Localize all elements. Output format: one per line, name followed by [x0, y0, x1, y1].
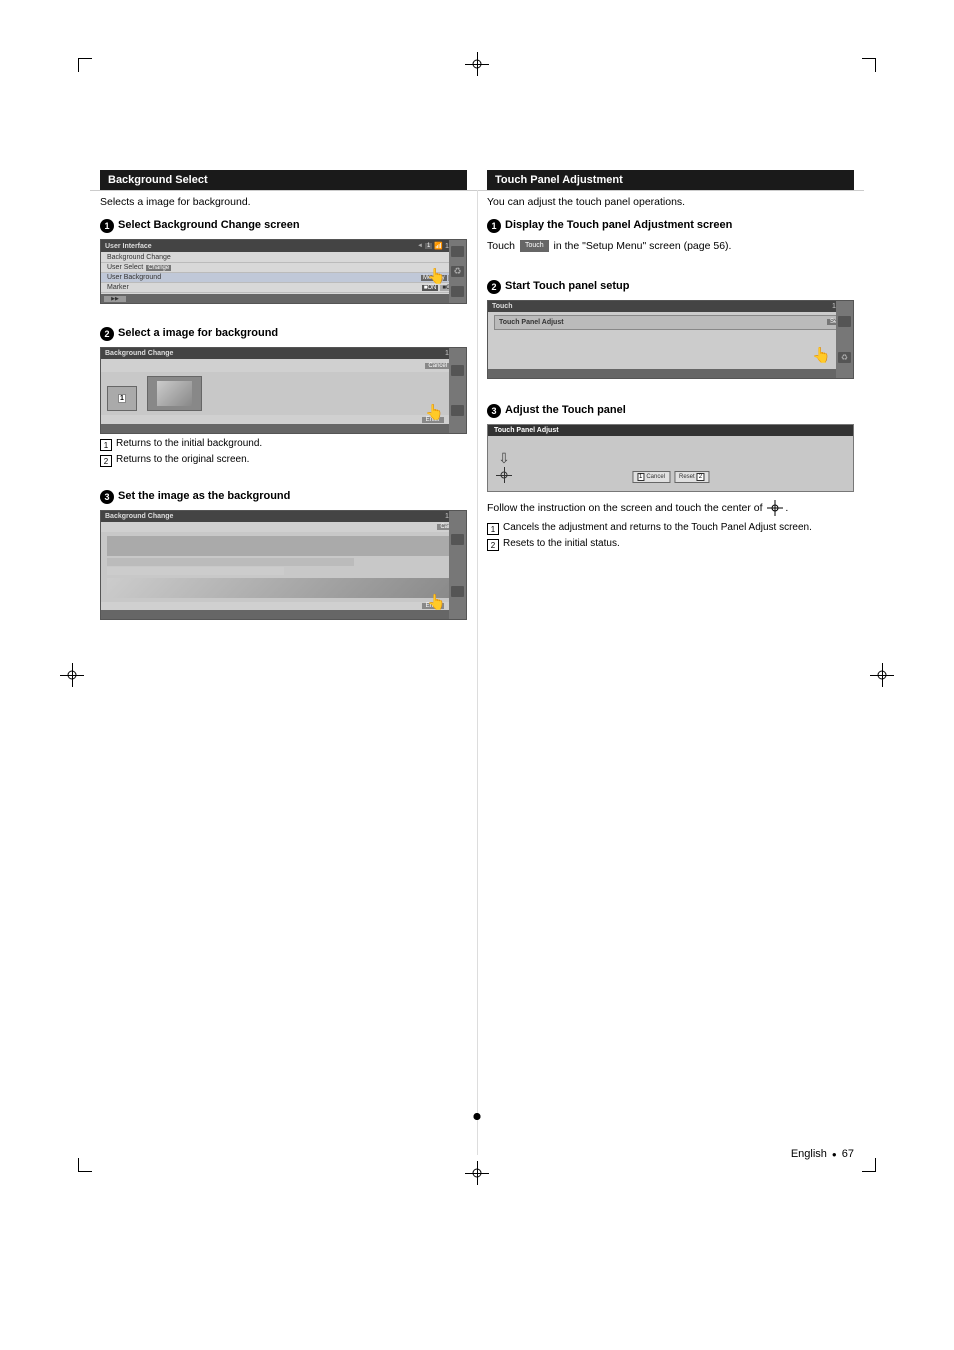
- right-step-3-title: Adjust the Touch panel: [505, 403, 626, 417]
- right-note-2: 2 Resets to the initial status.: [487, 538, 854, 551]
- right-notes: 1 Cancels the adjustment and returns to …: [487, 522, 854, 551]
- left-step-1-title: Select Background Change screen: [118, 218, 300, 232]
- touch-step1-text-after: in the "Setup Menu" screen (page 56).: [554, 240, 732, 252]
- follow-instruction-text: Follow the instruction on the screen and…: [487, 500, 854, 517]
- right-step-1-title: Display the Touch panel Adjustment scree…: [505, 218, 732, 232]
- right-section-header: Touch Panel Adjustment: [487, 170, 854, 190]
- main-content: Background Select Selects a image for ba…: [100, 170, 854, 1120]
- left-section-header: Background Select: [100, 170, 467, 190]
- footer-language: English: [791, 1148, 827, 1160]
- left-column: Background Select Selects a image for ba…: [100, 170, 467, 1120]
- left-step-3-badge: 3: [100, 490, 114, 504]
- touch-label-box: Touch: [520, 240, 549, 253]
- right-step-2: 2 Start Touch panel setup Touch 11:21 To…: [487, 279, 854, 389]
- right-step-3: 3 Adjust the Touch panel Touch Panel Adj…: [487, 403, 854, 555]
- right-step-1: 1 Display the Touch panel Adjustment scr…: [487, 218, 854, 265]
- right-column: Touch Panel Adjustment You can adjust th…: [487, 170, 854, 1120]
- right-section-desc: You can adjust the touch panel operation…: [487, 196, 854, 208]
- left-step-2: 2 Select a image for background Backgrou…: [100, 326, 467, 475]
- footer-bullet: ●: [832, 1150, 837, 1159]
- left-step-3: 3 Set the image as the background Backgr…: [100, 489, 467, 620]
- left-step-1-badge: 1: [100, 219, 114, 233]
- left-step-2-badge: 2: [100, 327, 114, 341]
- page-footer: English ● 67: [791, 1148, 854, 1160]
- left-section-desc: Selects a image for background.: [100, 196, 467, 208]
- right-step-2-badge: 2: [487, 280, 501, 294]
- left-step-2-title: Select a image for background: [118, 326, 278, 340]
- right-step-3-badge: 3: [487, 404, 501, 418]
- right-step-1-badge: 1: [487, 219, 501, 233]
- footer-page-number: 67: [842, 1148, 854, 1160]
- touch-step1-text-before: Touch: [487, 240, 518, 252]
- left-note-2: 2 Returns to the original screen.: [100, 454, 467, 467]
- right-step-2-title: Start Touch panel setup: [505, 279, 629, 293]
- right-note-1: 1 Cancels the adjustment and returns to …: [487, 522, 854, 535]
- left-step-1: 1 Select Background Change screen User I…: [100, 218, 467, 312]
- left-note-1: 1 Returns to the initial background.: [100, 438, 467, 451]
- left-step-3-title: Set the image as the background: [118, 489, 290, 503]
